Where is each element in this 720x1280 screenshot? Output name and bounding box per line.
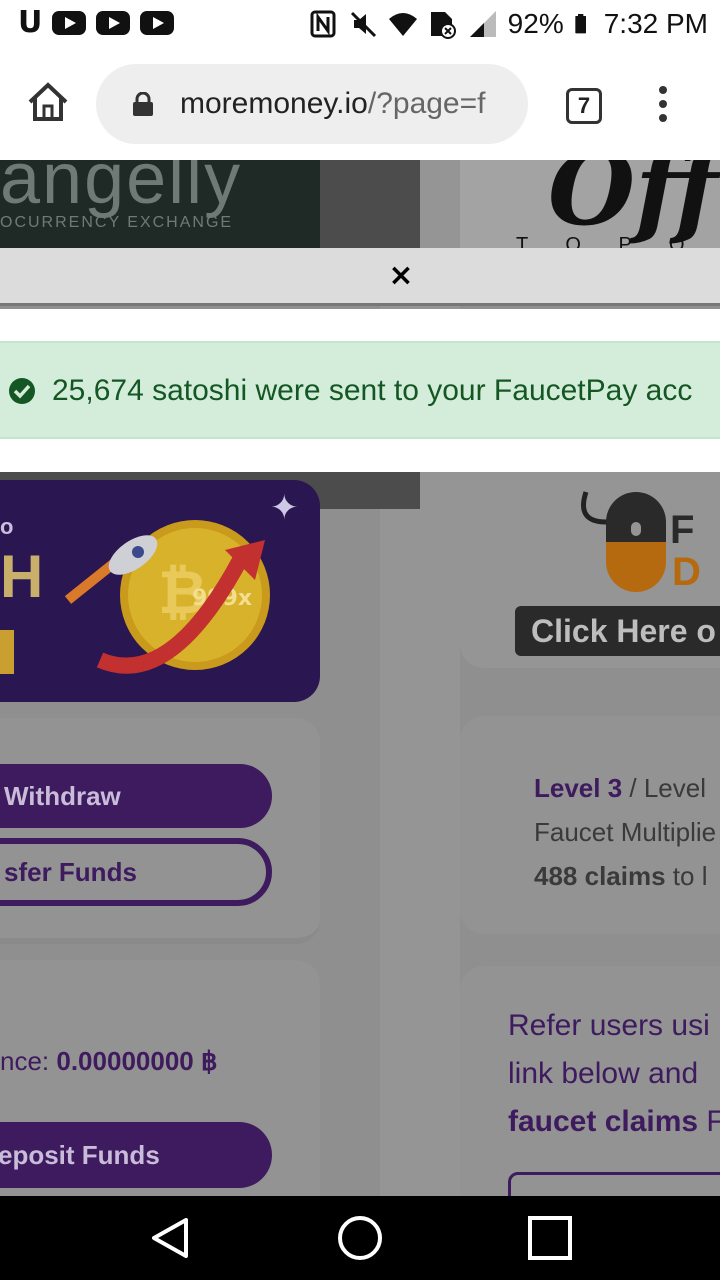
promo-text: o: [0, 514, 14, 539]
close-button[interactable]: ×: [386, 260, 416, 292]
promo-headline: H: [0, 543, 44, 610]
claims-rest: to l: [665, 861, 708, 891]
level-line: Level 3 / Level: [534, 766, 716, 810]
notification-icons: U: [18, 5, 175, 40]
balance-value: 0.00000000 ฿: [56, 1046, 218, 1076]
url-path: /?page=f: [367, 87, 486, 120]
signal-icon: [469, 11, 496, 37]
alert-message: 25,674 satoshi were sent to your FaucetP…: [52, 374, 693, 407]
wifi-icon: [388, 13, 417, 36]
promo-accent: [0, 630, 14, 674]
navigation-bar: [0, 1196, 720, 1280]
balance-card: nce: 0.00000000 ฿ eposit Funds: [0, 960, 320, 1196]
youtube-icon: [52, 11, 87, 35]
level-title: Level 3: [534, 773, 623, 803]
referral-rest: F: [706, 1105, 720, 1138]
sparkle-icon: ✦: [270, 488, 299, 528]
back-button[interactable]: [150, 1216, 190, 1260]
referral-line: Refer users usi: [508, 1009, 710, 1042]
referral-link-field[interactable]: [508, 1172, 720, 1196]
youtube-icon: [96, 11, 131, 35]
home-nav-button[interactable]: [338, 1216, 382, 1260]
modal-body: 25,674 satoshi were sent to your FaucetP…: [0, 309, 720, 472]
menu-dot: [659, 114, 667, 122]
clock: 7:32 PM: [603, 8, 708, 39]
referral-card: Refer users usi link below and faucet cl…: [460, 966, 720, 1196]
battery-icon: [575, 14, 586, 34]
claims-line: 488 claims to l: [534, 854, 716, 898]
home-button[interactable]: [24, 78, 72, 126]
recents-button[interactable]: [528, 1216, 572, 1260]
lock-icon: [133, 92, 153, 116]
faucet-logo-letter: D: [672, 550, 701, 594]
mute-icon: [350, 11, 376, 38]
exchange-banner[interactable]: angelly OCURRENCY EXCHANGE: [0, 160, 320, 248]
tab-switcher-button[interactable]: 7: [566, 88, 602, 124]
overflow-menu-button[interactable]: [656, 86, 670, 126]
address-bar[interactable]: moremoney.io/?page=f: [96, 64, 528, 144]
click-here-button[interactable]: Click Here o: [515, 606, 720, 656]
referral-bold: faucet claims: [508, 1105, 699, 1138]
faucet-ad-card: F D Click Here o: [460, 472, 720, 668]
app-u-icon: U: [18, 5, 43, 40]
modal-header: ×: [0, 248, 720, 306]
screen: U 92% 7:32 PM moremoney.io/?page=f 7 ang…: [0, 0, 720, 1280]
offers-banner-tagline: T O P O F: [516, 234, 701, 248]
wallet-actions-card: Withdraw sfer Funds: [0, 718, 320, 944]
menu-dot: [659, 100, 667, 108]
transfer-funds-button[interactable]: sfer Funds: [0, 838, 272, 906]
referral-text: Refer users usi link below and faucet cl…: [508, 1002, 720, 1146]
exchange-banner-title: angelly: [0, 160, 243, 219]
level-card: Level 3 / Level Faucet Multiplie 488 cla…: [460, 716, 720, 934]
arrow-icon: [96, 540, 265, 674]
banner-shade: [320, 160, 420, 248]
youtube-icon: [140, 11, 175, 35]
check-circle-icon: [9, 378, 35, 404]
system-icons: 92% 7:32 PM: [308, 6, 708, 42]
claims-count: 488 claims: [534, 861, 666, 891]
deposit-funds-button[interactable]: eposit Funds: [0, 1122, 272, 1188]
referral-line: faucet claims F: [508, 1098, 720, 1146]
url-host: moremoney.io: [180, 87, 368, 120]
battery-percent: 92%: [507, 8, 564, 39]
nfc-icon: [310, 10, 336, 38]
faucet-logo-letter: F: [670, 508, 695, 552]
level-rest: / Level: [622, 773, 706, 803]
offers-banner[interactable]: Offe T O P O F: [460, 160, 720, 248]
menu-dot: [659, 86, 667, 94]
status-bar: U 92% 7:32 PM: [0, 0, 720, 48]
level-info: Level 3 / Level Faucet Multiplie 488 cla…: [534, 766, 716, 898]
balance-line: nce: 0.00000000 ฿: [0, 1046, 218, 1077]
success-alert: 25,674 satoshi were sent to your FaucetP…: [0, 341, 720, 439]
exchange-banner-subtitle: OCURRENCY EXCHANGE: [0, 214, 234, 231]
url-text: moremoney.io/?page=f: [180, 86, 485, 122]
promo-banner[interactable]: o H ₿ 999x ✦: [0, 480, 320, 702]
withdraw-button[interactable]: Withdraw: [0, 764, 272, 828]
referral-line: link below and: [508, 1057, 699, 1090]
balance-label: nce:: [0, 1046, 57, 1076]
browser-toolbar: moremoney.io/?page=f 7: [0, 48, 720, 160]
data-saver-icon: [430, 12, 456, 39]
multiplier-line: Faucet Multiplie: [534, 817, 717, 847]
